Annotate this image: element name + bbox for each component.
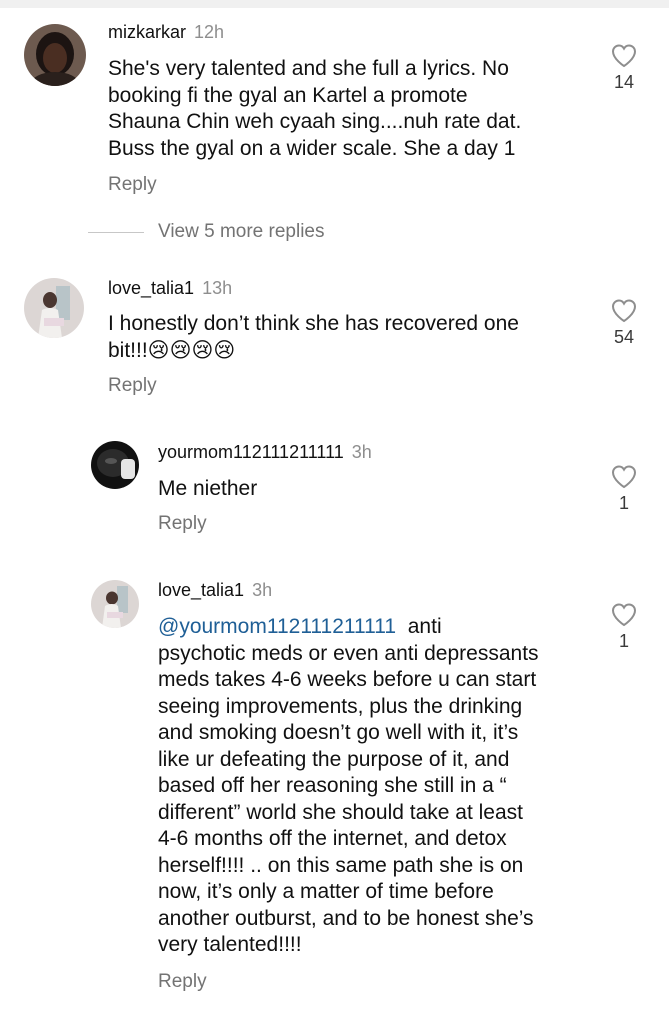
comment-line: herself!!!! .. on this same path she is … bbox=[158, 853, 524, 877]
comment-line-rest: anti bbox=[396, 615, 442, 638]
reply-button[interactable]: Reply bbox=[108, 375, 157, 397]
username[interactable]: mizkarkar bbox=[108, 22, 186, 42]
top-divider bbox=[0, 0, 669, 8]
heart-outline-icon bbox=[611, 465, 637, 489]
comment-meta: love_talia1 13h bbox=[108, 278, 232, 299]
comment-line: another outburst, and to be honest she’s bbox=[158, 906, 534, 930]
comment-line: Me niether bbox=[158, 477, 258, 500]
timestamp: 3h bbox=[252, 580, 273, 600]
profile-photo-icon bbox=[91, 441, 139, 489]
comment-line: She's very talented and she full a lyric… bbox=[108, 57, 509, 80]
comment-line: very talented!!!! bbox=[158, 933, 302, 956]
comment-line: 4-6 months off the internet, and detox bbox=[158, 827, 507, 850]
comment-text: Me niether bbox=[158, 476, 257, 503]
profile-photo-icon bbox=[91, 580, 139, 628]
comment-text: @yourmom112111211111 anti psychotic meds… bbox=[158, 614, 539, 959]
comment-line: based off her reasoning she still in a “ bbox=[158, 774, 507, 797]
comment-line: like ur defeating the purpose of it, and bbox=[158, 747, 510, 771]
avatar[interactable] bbox=[91, 441, 139, 489]
reply-button[interactable]: Reply bbox=[158, 971, 207, 993]
avatar[interactable] bbox=[91, 580, 139, 628]
divider-line bbox=[88, 231, 144, 233]
username[interactable]: love_talia1 bbox=[158, 580, 244, 600]
comment-line: different” world she should take at leas… bbox=[158, 800, 523, 824]
comment-meta: mizkarkar 12h bbox=[108, 22, 224, 43]
avatar[interactable] bbox=[24, 278, 84, 338]
comment-meta: love_talia1 3h bbox=[158, 580, 272, 601]
view-more-replies-button[interactable]: View 5 more replies bbox=[88, 219, 325, 245]
comment-text: She's very talented and she full a lyric… bbox=[108, 56, 521, 162]
view-more-replies-label: View 5 more replies bbox=[158, 221, 325, 242]
comment-text: I honestly don’t think she has recovered… bbox=[108, 311, 519, 364]
comment-line: Buss the gyal on a wider scale. She a da… bbox=[108, 136, 516, 160]
like-button[interactable]: 1 bbox=[604, 603, 644, 652]
timestamp: 13h bbox=[202, 278, 233, 298]
heart-outline-icon bbox=[611, 603, 637, 627]
like-count: 54 bbox=[613, 327, 635, 347]
comment-meta: yourmom112111211111 3h bbox=[158, 442, 372, 463]
heart-outline-icon bbox=[611, 299, 637, 323]
like-button[interactable]: 14 bbox=[604, 44, 644, 93]
timestamp: 3h bbox=[351, 442, 372, 462]
comment-line: meds takes 4-6 weeks before u can start bbox=[158, 668, 537, 691]
comment-line: I honestly don’t think she has recovered… bbox=[108, 312, 519, 335]
avatar[interactable] bbox=[24, 24, 86, 86]
comment-line: seeing improvements, plus the drinking bbox=[158, 694, 523, 718]
profile-photo-icon bbox=[24, 24, 86, 86]
comment-line: booking fi the gyal an Kartel a promote bbox=[108, 83, 468, 107]
username[interactable]: yourmom112111211111 bbox=[158, 442, 344, 462]
comment-line: bit!!!😢😢😢😢 bbox=[108, 338, 236, 362]
like-button[interactable]: 54 bbox=[604, 299, 644, 348]
like-count: 14 bbox=[613, 72, 635, 92]
profile-photo-icon bbox=[24, 278, 84, 338]
reply-button[interactable]: Reply bbox=[158, 513, 207, 535]
username[interactable]: love_talia1 bbox=[108, 278, 194, 298]
heart-outline-icon bbox=[611, 44, 637, 68]
comment-line: and smoking doesn’t go well with it, it’… bbox=[158, 721, 519, 744]
reply-button[interactable]: Reply bbox=[108, 174, 157, 196]
comment-line: psychotic meds or even anti depressants bbox=[158, 641, 539, 665]
like-count: 1 bbox=[618, 631, 629, 651]
like-count: 1 bbox=[618, 493, 629, 513]
comment-line: now, it’s only a matter of time before bbox=[158, 880, 494, 903]
mention-link[interactable]: @yourmom112111211111 bbox=[158, 615, 396, 638]
like-button[interactable]: 1 bbox=[604, 465, 644, 514]
timestamp: 12h bbox=[194, 22, 225, 42]
comment-line: @yourmom112111211111 anti bbox=[158, 614, 539, 641]
comment-line: Shauna Chin weh cyaah sing....nuh rate d… bbox=[108, 110, 522, 133]
